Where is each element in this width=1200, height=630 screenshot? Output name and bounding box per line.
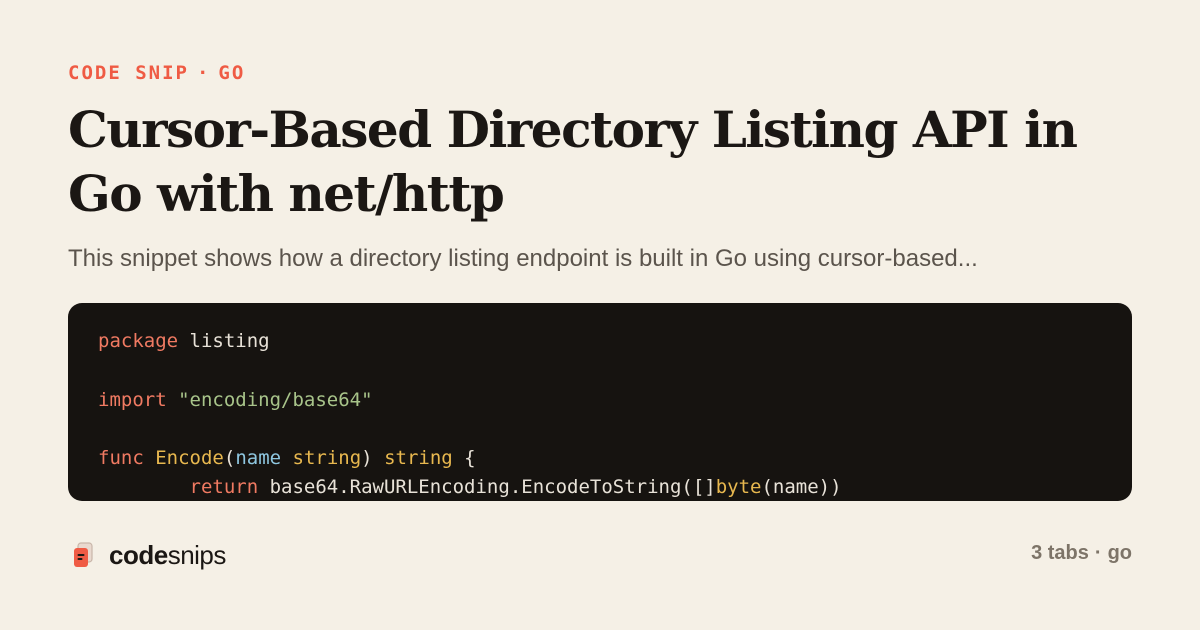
code-token: base64.RawURLEncoding.EncodeToString([] [258,476,716,499]
code-token: { [452,447,476,470]
category-separator: · [196,62,211,84]
code-token: package [98,330,179,352]
code-token: import [98,388,167,411]
brand-name-bold: code [109,540,168,570]
code-token: string [292,447,362,470]
code-token: return [189,476,259,499]
brand-logo[interactable]: codesnips [71,540,226,571]
meta-separator: · [1094,542,1102,564]
snippet-description: This snippet shows how a directory listi… [68,245,978,272]
snippet-meta: 3 tabs · go [1031,542,1132,565]
code-token: (name)) [761,476,842,499]
category-label: CODE SNIP · GO [68,62,245,84]
category-text: CODE SNIP [68,62,189,84]
code-block: package listing import "encoding/base64"… [68,303,1132,501]
snippet-stack-icon [71,541,95,570]
code-token: ) [361,447,385,470]
meta-language: go [1107,542,1132,564]
code-line: import "encoding/base64" [98,386,842,415]
code-line: return base64.RawURLEncoding.EncodeToStr… [98,473,842,501]
code-line: func Encode(name string) string { [98,444,842,473]
brand-name-light: snips [167,540,227,570]
category-language: GO [218,62,246,84]
brand-name: codesnips [109,540,226,571]
code-token: "encoding/base64" [178,388,373,411]
tab-count: 3 tabs [1031,542,1089,564]
code-token: func [98,447,144,470]
code-token: byte [715,476,762,499]
page-title: Cursor-Based Directory Listing API in Go… [68,100,1078,223]
code-line: package listing [98,327,842,356]
code-token: name [235,447,282,470]
code-token: string [384,447,453,470]
code-token: Encode [155,447,224,470]
code-token: listing [178,330,270,352]
code-token: ( [223,447,236,470]
code-content: package listing import "encoding/base64"… [98,327,842,501]
